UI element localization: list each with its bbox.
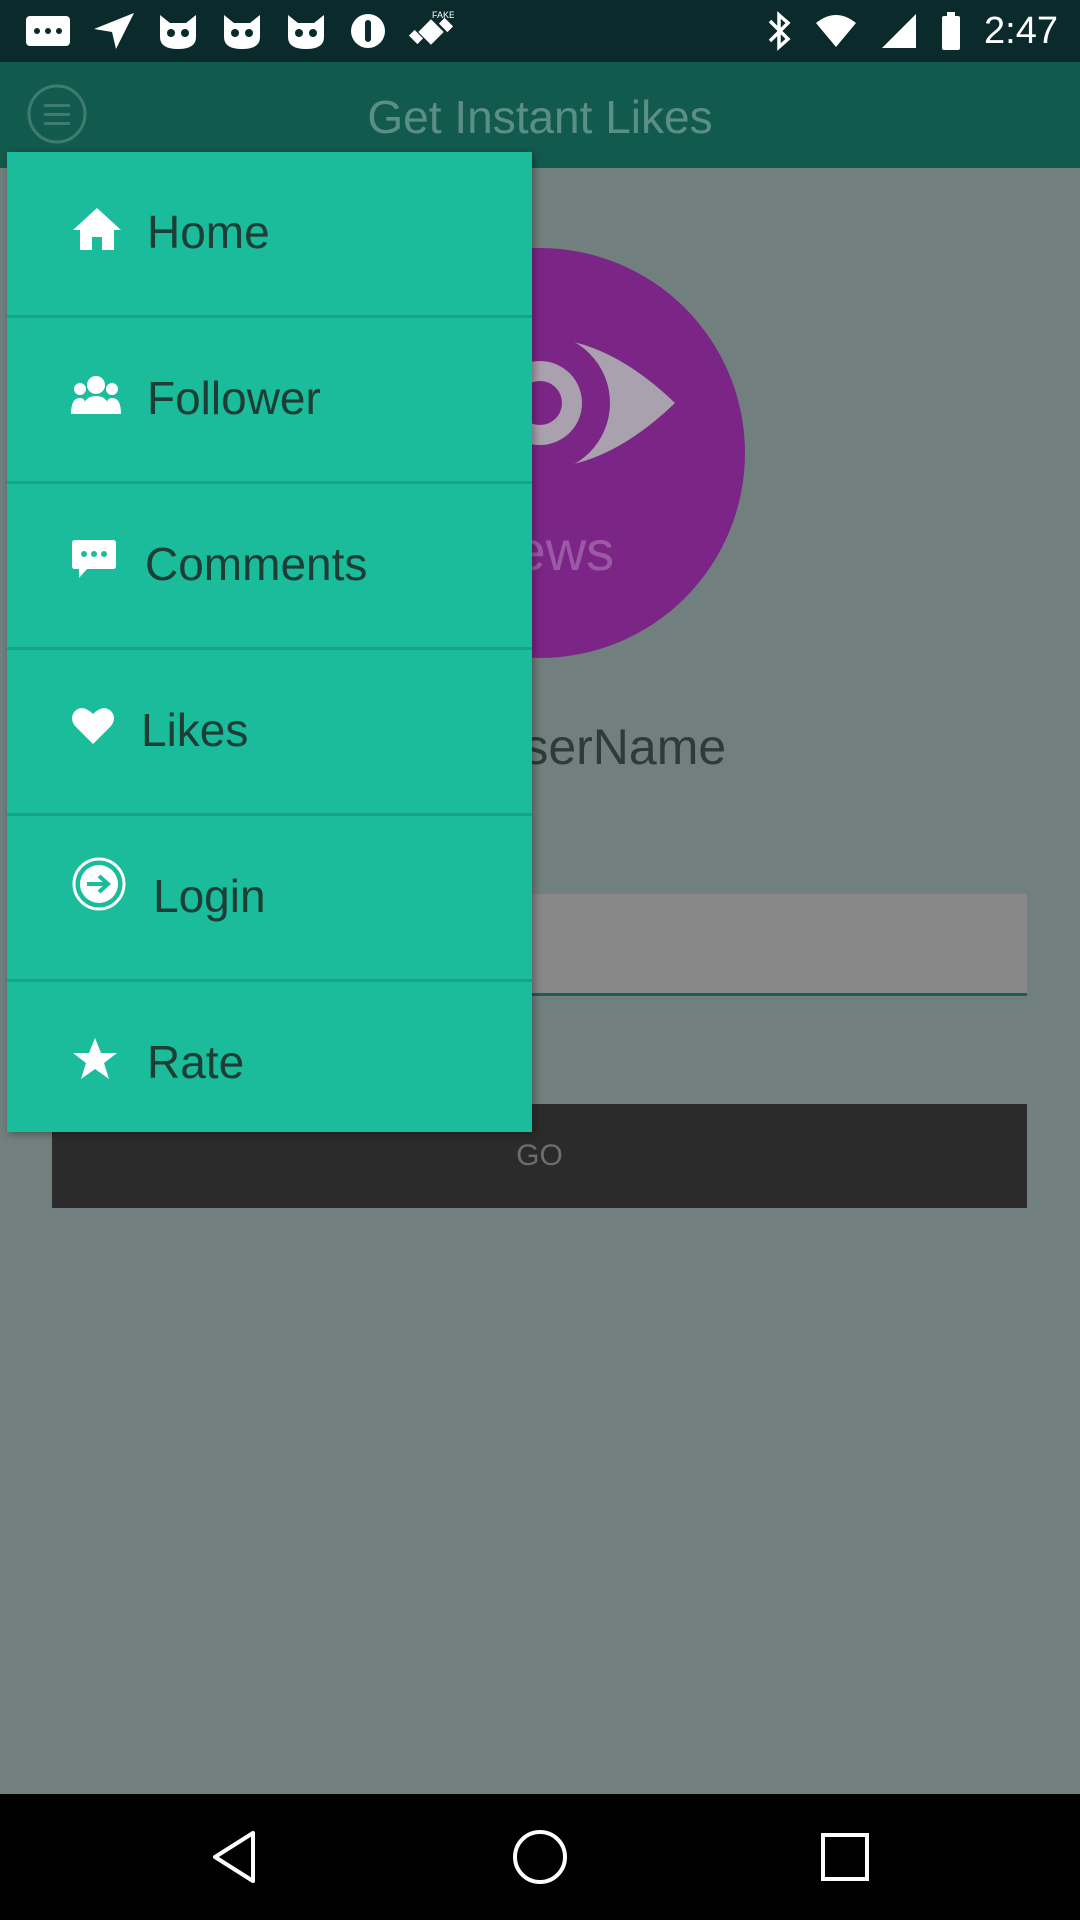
drawer-item-likes[interactable]: Likes	[7, 650, 532, 813]
drawer-label: Likes	[141, 704, 249, 756]
battery-icon	[940, 11, 962, 51]
star-icon	[71, 1036, 119, 1082]
drawer-label: Follower	[147, 372, 321, 424]
svg-text:FAKE: FAKE	[432, 10, 454, 20]
circle-app-icon	[348, 11, 388, 51]
cat-app-icon	[284, 11, 328, 51]
login-arrow-icon	[71, 856, 127, 912]
cat-app-icon	[220, 11, 264, 51]
status-bar: FAKE 2:47	[0, 0, 1080, 62]
cat-app-icon	[156, 11, 200, 51]
drawer-label: Rate	[147, 1036, 245, 1088]
group-icon	[71, 374, 121, 416]
drawer-item-follower[interactable]: Follower	[7, 318, 532, 481]
fake-gps-icon: FAKE	[408, 9, 454, 53]
drawer-label: Home	[147, 206, 270, 258]
heart-icon	[71, 706, 115, 746]
signal-icon	[880, 12, 918, 50]
status-system: 2:47	[766, 10, 1058, 52]
back-icon[interactable]	[207, 1827, 267, 1887]
drawer-item-comments[interactable]: Comments	[7, 484, 532, 647]
navigation-drawer: Home Follower Comments Likes Login Rate	[7, 152, 532, 1132]
home-circle-icon[interactable]	[510, 1827, 570, 1887]
drawer-item-rate[interactable]: Rate	[7, 982, 532, 1132]
bluetooth-icon	[766, 11, 792, 51]
drawer-label: Comments	[145, 538, 368, 590]
navigation-icon	[92, 11, 136, 51]
drawer-item-login[interactable]: Login	[7, 816, 532, 979]
system-nav-bar	[0, 1794, 1080, 1920]
hamburger-menu-icon[interactable]	[27, 84, 87, 144]
status-notifications: FAKE	[24, 10, 454, 52]
message-icon	[24, 14, 72, 48]
wifi-icon	[814, 13, 858, 49]
drawer-label: Login	[153, 870, 266, 922]
screen: FAKE 2:47 Get Instant Likes Views Enter …	[0, 0, 1080, 1920]
drawer-item-home[interactable]: Home	[7, 152, 532, 315]
status-time: 2:47	[984, 9, 1058, 52]
comment-icon	[71, 538, 117, 580]
home-icon	[71, 206, 123, 252]
recents-icon[interactable]	[815, 1827, 875, 1887]
